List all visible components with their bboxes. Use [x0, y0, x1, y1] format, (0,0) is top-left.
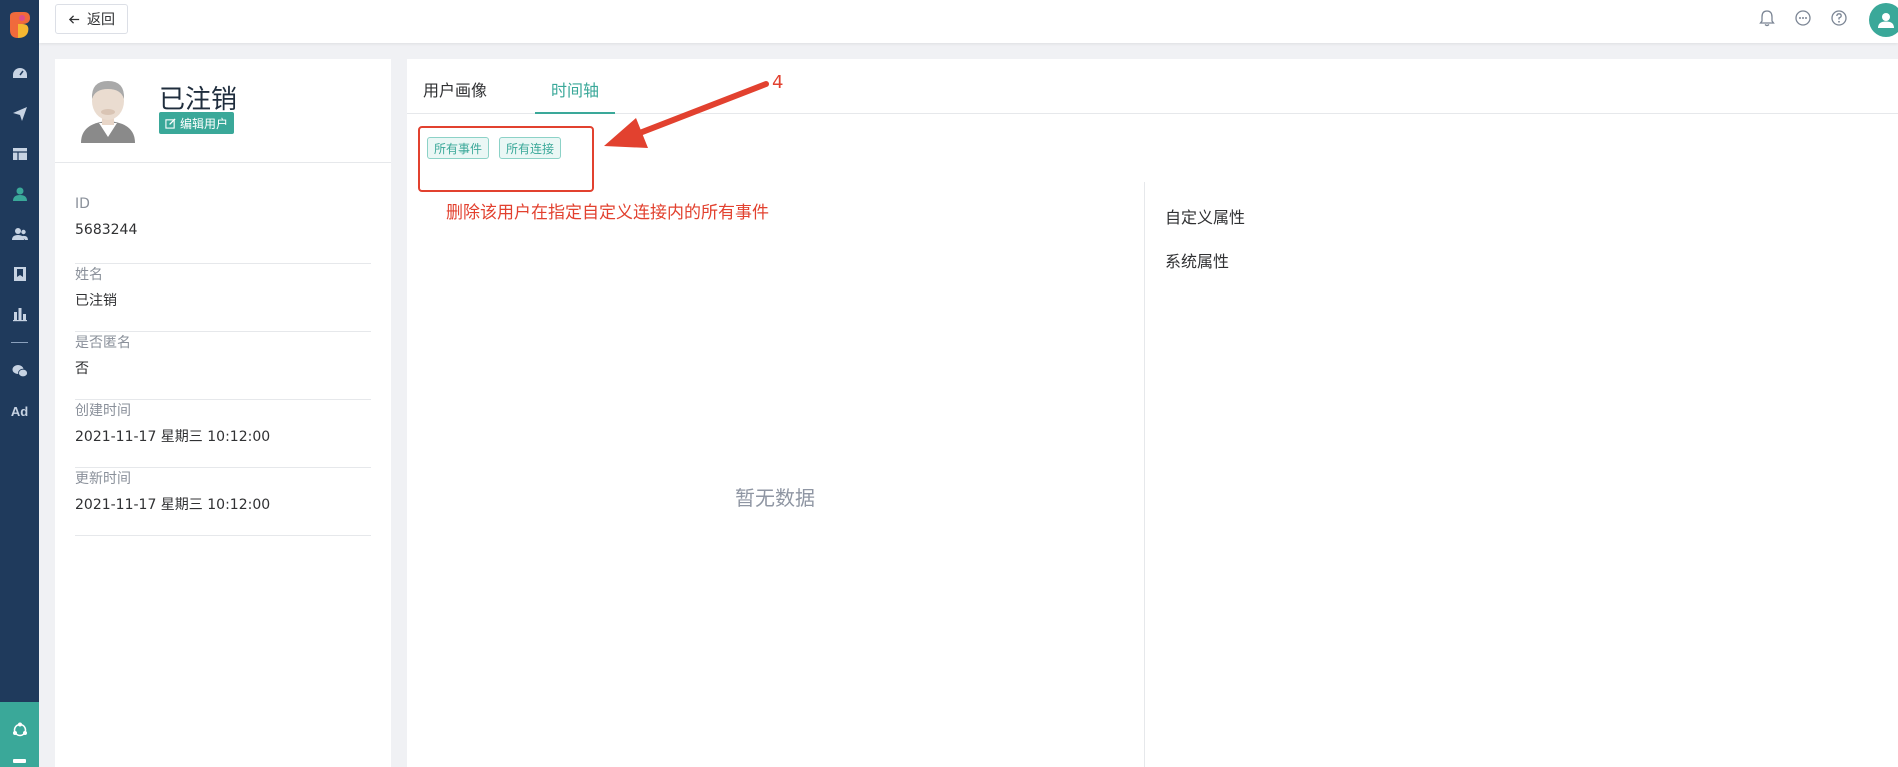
profile-card: 已注销 编辑用户 ID 5683244 姓名 已注销 是否匿名 否 创建时间 2… [55, 59, 391, 767]
field-label: 是否匿名 [75, 335, 131, 351]
field-value: 否 [75, 361, 89, 377]
annotation-text: 删除该用户在指定自定义连接内的所有事件 [446, 203, 769, 223]
ad-icon[interactable]: Ad [0, 395, 39, 427]
tab-user-profile[interactable]: 用户画像 [423, 77, 487, 101]
back-button[interactable]: 返回 [55, 4, 128, 34]
wechat-icon[interactable] [0, 355, 39, 387]
field-value: 5683244 [75, 222, 138, 238]
users-icon[interactable] [0, 218, 39, 250]
ad-label: Ad [10, 403, 29, 419]
edit-user-label: 编辑用户 [180, 116, 229, 131]
profile-name: 已注销 [159, 85, 238, 115]
help-icon[interactable] [1830, 9, 1850, 29]
system-attributes-heading[interactable]: 系统属性 [1165, 248, 1229, 272]
network-icon[interactable] [0, 714, 39, 746]
field-name: 姓名 已注销 [75, 264, 371, 332]
user-icon[interactable] [0, 178, 39, 210]
edit-user-button[interactable]: 编辑用户 [159, 112, 235, 134]
field-value: 已注销 [75, 293, 117, 309]
field-created: 创建时间 2021-11-17 星期三 10:12:00 [75, 400, 371, 468]
nav-divider [11, 342, 28, 343]
sidebar-nav: Ad [0, 0, 39, 767]
timeline-panel: 用户画像 时间轴 所有事件 所有连接 暂无数据 自定义属性 系统属性 [407, 59, 1898, 767]
bookmark-icon[interactable] [0, 258, 39, 290]
field-value: 2021-11-17 星期三 10:12:00 [75, 497, 271, 513]
panel-divider [1144, 182, 1145, 767]
table-icon[interactable] [0, 138, 39, 170]
annotation-arrow [604, 81, 769, 148]
user-avatar[interactable] [1869, 3, 1898, 37]
bar-chart-icon[interactable] [0, 298, 39, 330]
field-anonymous: 是否匿名 否 [75, 332, 371, 400]
profile-avatar [81, 81, 135, 143]
annotation-highlight-box [418, 126, 594, 192]
edit-icon [165, 117, 176, 129]
field-label: 更新时间 [75, 471, 131, 487]
custom-attributes-heading[interactable]: 自定义属性 [1165, 204, 1245, 228]
field-updated: 更新时间 2021-11-17 星期三 10:12:00 [75, 468, 371, 536]
field-label: ID [75, 196, 90, 212]
arrow-left-icon [68, 14, 80, 24]
nav-bottom-section [0, 702, 39, 767]
dashboard-icon[interactable] [0, 58, 39, 90]
collapse-handle[interactable] [13, 759, 26, 763]
bell-icon[interactable] [1758, 9, 1778, 29]
empty-state-text: 暂无数据 [735, 486, 815, 510]
field-label: 姓名 [75, 267, 103, 283]
field-value: 2021-11-17 星期三 10:12:00 [75, 429, 271, 445]
back-button-label: 返回 [87, 12, 115, 28]
send-icon[interactable] [0, 98, 39, 130]
message-icon[interactable] [1794, 9, 1814, 29]
app-logo[interactable] [6, 10, 32, 40]
top-bar: 返回 [39, 0, 1898, 43]
profile-divider [55, 162, 391, 163]
annotation-number: 4 [772, 72, 784, 93]
field-label: 创建时间 [75, 403, 131, 419]
user-avatar-icon [1878, 13, 1894, 28]
field-id: ID 5683244 [75, 196, 371, 264]
